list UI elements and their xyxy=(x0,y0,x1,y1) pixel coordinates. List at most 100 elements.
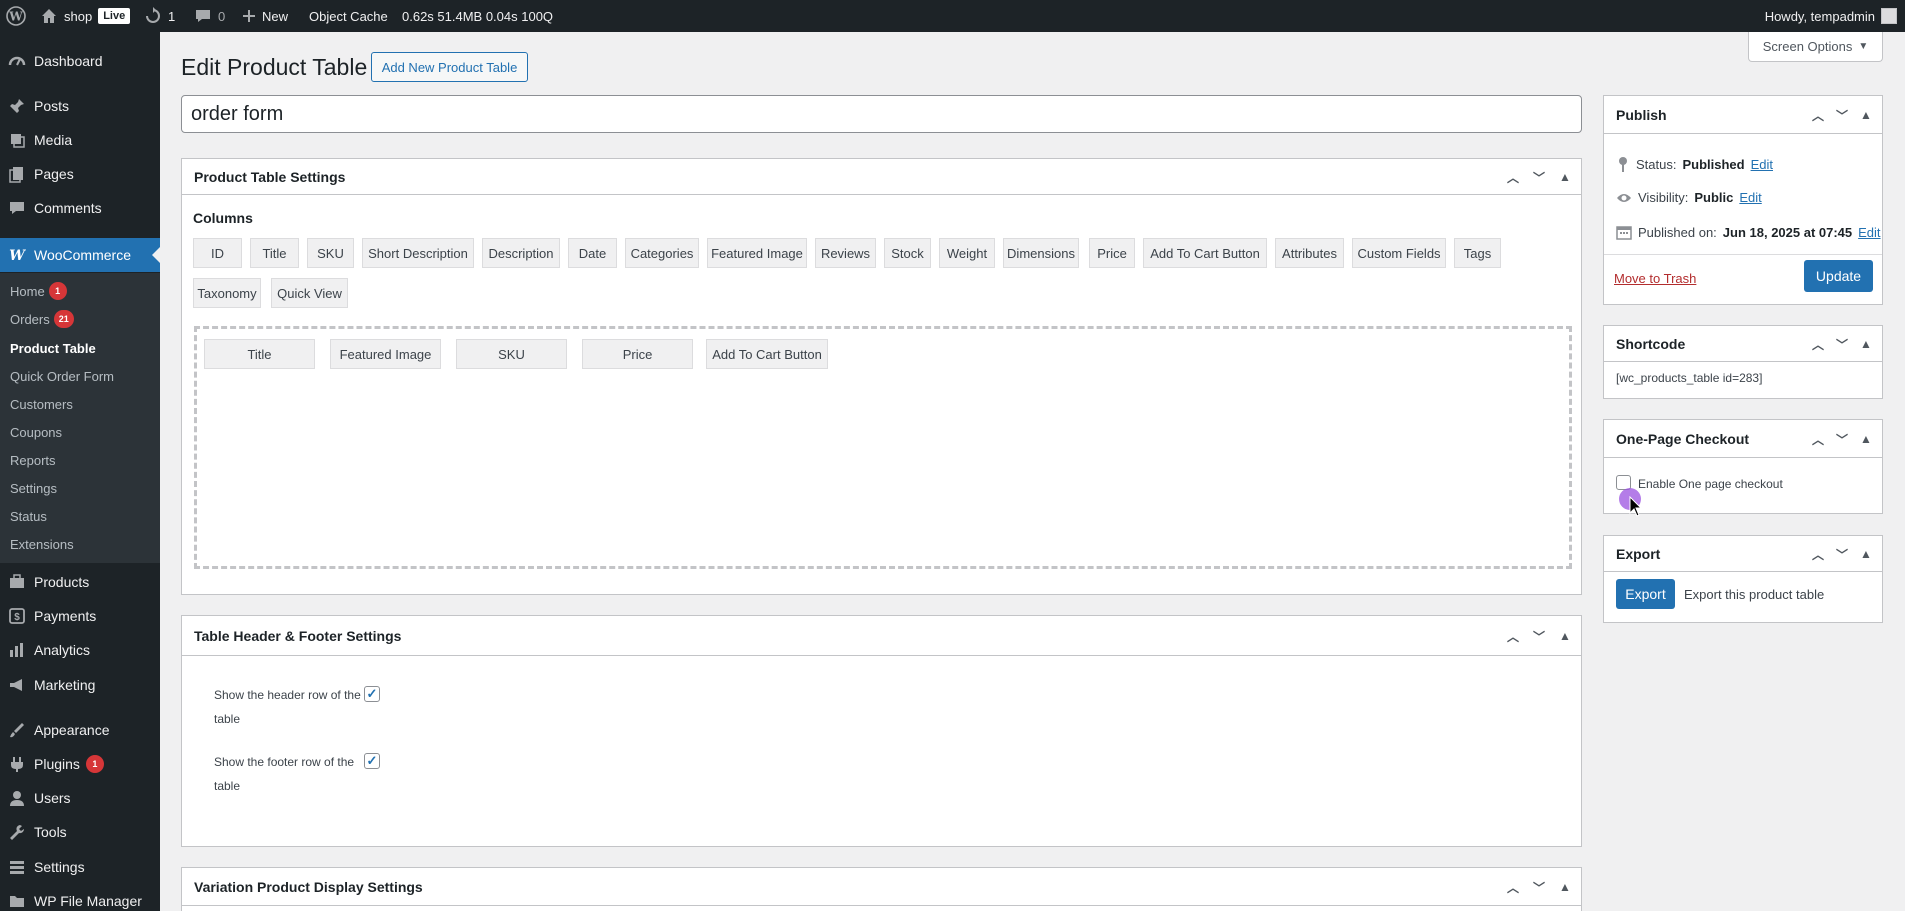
submenu-item-settings[interactable]: Settings xyxy=(10,481,57,496)
sidebar-item-dashboard[interactable]: Dashboard xyxy=(0,44,160,78)
column-chip-taxonomy[interactable]: Taxonomy xyxy=(193,278,261,308)
chevron-down-icon[interactable]: ﹀ xyxy=(1832,431,1852,448)
chevron-down-icon[interactable]: ﹀ xyxy=(1529,169,1549,186)
object-cache-link[interactable]: Object Cache xyxy=(309,0,388,32)
postbox-header: One-Page Checkout ︿ ﹀ ▲ xyxy=(1604,420,1882,458)
postbox-header: Table Header & Footer Settings ︿ ﹀ ▲ xyxy=(182,616,1581,656)
chevron-up-icon[interactable]: ︿ xyxy=(1503,879,1523,896)
column-chip-reviews[interactable]: Reviews xyxy=(815,238,876,268)
selected-column-add-to-cart-button[interactable]: Add To Cart Button xyxy=(706,339,828,369)
chevron-up-icon[interactable]: ︿ xyxy=(1808,107,1828,124)
sidebar-item-users[interactable]: Users xyxy=(0,781,160,815)
avatar xyxy=(1881,8,1897,24)
toggle-panel-icon[interactable]: ▲ xyxy=(1555,880,1575,894)
column-chip-weight[interactable]: Weight xyxy=(939,238,995,268)
sidebar-item-settings[interactable]: Settings xyxy=(0,850,160,884)
sidebar-item-marketing[interactable]: Marketing xyxy=(0,668,160,702)
selected-columns-dropzone[interactable]: Title Featured Image SKU Price Add To Ca… xyxy=(194,326,1572,569)
column-chip-categories[interactable]: Categories xyxy=(625,238,699,268)
sidebar-item-products[interactable]: Products xyxy=(0,565,160,599)
toggle-panel-icon[interactable]: ▲ xyxy=(1856,547,1876,561)
move-to-trash-link[interactable]: Move to Trash xyxy=(1614,271,1696,286)
submenu-item-coupons[interactable]: Coupons xyxy=(10,425,62,440)
update-button[interactable]: Update xyxy=(1804,260,1873,292)
appearance-icon xyxy=(0,721,34,739)
sidebar-item-posts[interactable]: Posts xyxy=(0,89,160,123)
wordpress-logo-icon[interactable]: W xyxy=(6,0,26,32)
column-chip-featured-image[interactable]: Featured Image xyxy=(707,238,807,268)
column-chip-tags[interactable]: Tags xyxy=(1454,238,1501,268)
show-header-checkbox[interactable]: ✓ xyxy=(364,686,380,702)
chevron-down-icon[interactable]: ﹀ xyxy=(1529,879,1549,896)
toggle-panel-icon[interactable]: ▲ xyxy=(1555,170,1575,184)
status-edit-link[interactable]: Edit xyxy=(1751,157,1773,172)
column-chip-price[interactable]: Price xyxy=(1089,238,1135,268)
submenu-item-quick-order-form[interactable]: Quick Order Form xyxy=(10,369,114,384)
column-chip-title[interactable]: Title xyxy=(250,238,299,268)
visibility-edit-link[interactable]: Edit xyxy=(1739,190,1761,205)
column-chip-sku[interactable]: SKU xyxy=(307,238,354,268)
dashboard-icon xyxy=(0,52,34,70)
sidebar-item-tools[interactable]: Tools xyxy=(0,815,160,849)
chevron-up-icon[interactable]: ︿ xyxy=(1808,336,1828,353)
chevron-down-icon[interactable]: ﹀ xyxy=(1832,107,1852,124)
show-footer-checkbox[interactable]: ✓ xyxy=(364,753,380,769)
post-title-input[interactable] xyxy=(181,95,1582,133)
column-chip-date[interactable]: Date xyxy=(568,238,617,268)
column-chip-short-description[interactable]: Short Description xyxy=(362,238,474,268)
submenu-item-home[interactable]: Home 1 xyxy=(10,282,67,300)
account-menu[interactable]: Howdy, tempadmin xyxy=(1765,0,1897,32)
toggle-panel-icon[interactable]: ▲ xyxy=(1856,108,1876,122)
selected-column-sku[interactable]: SKU xyxy=(456,339,567,369)
sidebar-item-label: WooCommerce xyxy=(34,247,131,263)
shortcode-value[interactable]: [wc_products_table id=283] xyxy=(1616,371,1762,385)
sidebar-item-comments[interactable]: Comments xyxy=(0,191,160,225)
chevron-up-icon[interactable]: ︿ xyxy=(1503,628,1523,645)
sidebar-item-pages[interactable]: Pages xyxy=(0,157,160,191)
sidebar-item-woocommerce[interactable]: W WooCommerce xyxy=(0,238,160,272)
column-chip-attributes[interactable]: Attributes xyxy=(1275,238,1344,268)
sidebar-item-payments[interactable]: $ Payments xyxy=(0,599,160,633)
submenu-item-orders[interactable]: Orders 21 xyxy=(10,310,74,328)
query-monitor-link[interactable]: 0.62s 51.4MB 0.04s 100Q xyxy=(402,0,553,32)
toggle-panel-icon[interactable]: ▲ xyxy=(1555,629,1575,643)
column-chip-custom-fields[interactable]: Custom Fields xyxy=(1352,238,1446,268)
sidebar-item-wp-file-manager[interactable]: WP File Manager xyxy=(0,884,160,911)
submenu-item-product-table[interactable]: Product Table xyxy=(10,341,96,356)
submenu-item-customers[interactable]: Customers xyxy=(10,397,73,412)
submenu-item-reports[interactable]: Reports xyxy=(10,453,56,468)
sidebar-item-plugins[interactable]: Plugins 1 xyxy=(0,747,160,781)
chevron-up-icon[interactable]: ︿ xyxy=(1503,169,1523,186)
site-name-link[interactable]: shop Live xyxy=(40,0,131,32)
new-content-link[interactable]: New xyxy=(242,0,288,32)
screen-options-button[interactable]: Screen Options ▼ xyxy=(1748,32,1883,62)
postbox-title: Export xyxy=(1616,545,1661,562)
column-chip-quick-view[interactable]: Quick View xyxy=(271,278,348,308)
chevron-down-icon[interactable]: ﹀ xyxy=(1529,628,1549,645)
updates-link[interactable]: 1 xyxy=(144,0,175,32)
submenu-item-extensions[interactable]: Extensions xyxy=(10,537,74,552)
column-chip-id[interactable]: ID xyxy=(193,238,242,268)
toggle-panel-icon[interactable]: ▲ xyxy=(1856,432,1876,446)
toggle-panel-icon[interactable]: ▲ xyxy=(1856,337,1876,351)
published-edit-link[interactable]: Edit xyxy=(1858,225,1880,240)
selected-column-title[interactable]: Title xyxy=(204,339,315,369)
comments-link[interactable]: 0 xyxy=(194,0,225,32)
column-chip-dimensions[interactable]: Dimensions xyxy=(1003,238,1079,268)
chevron-up-icon[interactable]: ︿ xyxy=(1808,546,1828,563)
submenu-item-label: Home xyxy=(10,283,45,299)
add-new-product-table-button[interactable]: Add New Product Table xyxy=(371,52,528,82)
selected-column-featured-image[interactable]: Featured Image xyxy=(330,339,441,369)
sidebar-item-media[interactable]: Media xyxy=(0,123,160,157)
sidebar-item-analytics[interactable]: Analytics xyxy=(0,633,160,667)
submenu-item-status[interactable]: Status xyxy=(10,509,47,524)
chevron-up-icon[interactable]: ︿ xyxy=(1808,431,1828,448)
column-chip-add-to-cart-button[interactable]: Add To Cart Button xyxy=(1143,238,1267,268)
selected-column-price[interactable]: Price xyxy=(582,339,693,369)
column-chip-description[interactable]: Description xyxy=(482,238,560,268)
chevron-down-icon[interactable]: ﹀ xyxy=(1832,546,1852,563)
sidebar-item-appearance[interactable]: Appearance xyxy=(0,713,160,747)
export-button[interactable]: Export xyxy=(1616,579,1675,609)
column-chip-stock[interactable]: Stock xyxy=(884,238,931,268)
chevron-down-icon[interactable]: ﹀ xyxy=(1832,336,1852,353)
